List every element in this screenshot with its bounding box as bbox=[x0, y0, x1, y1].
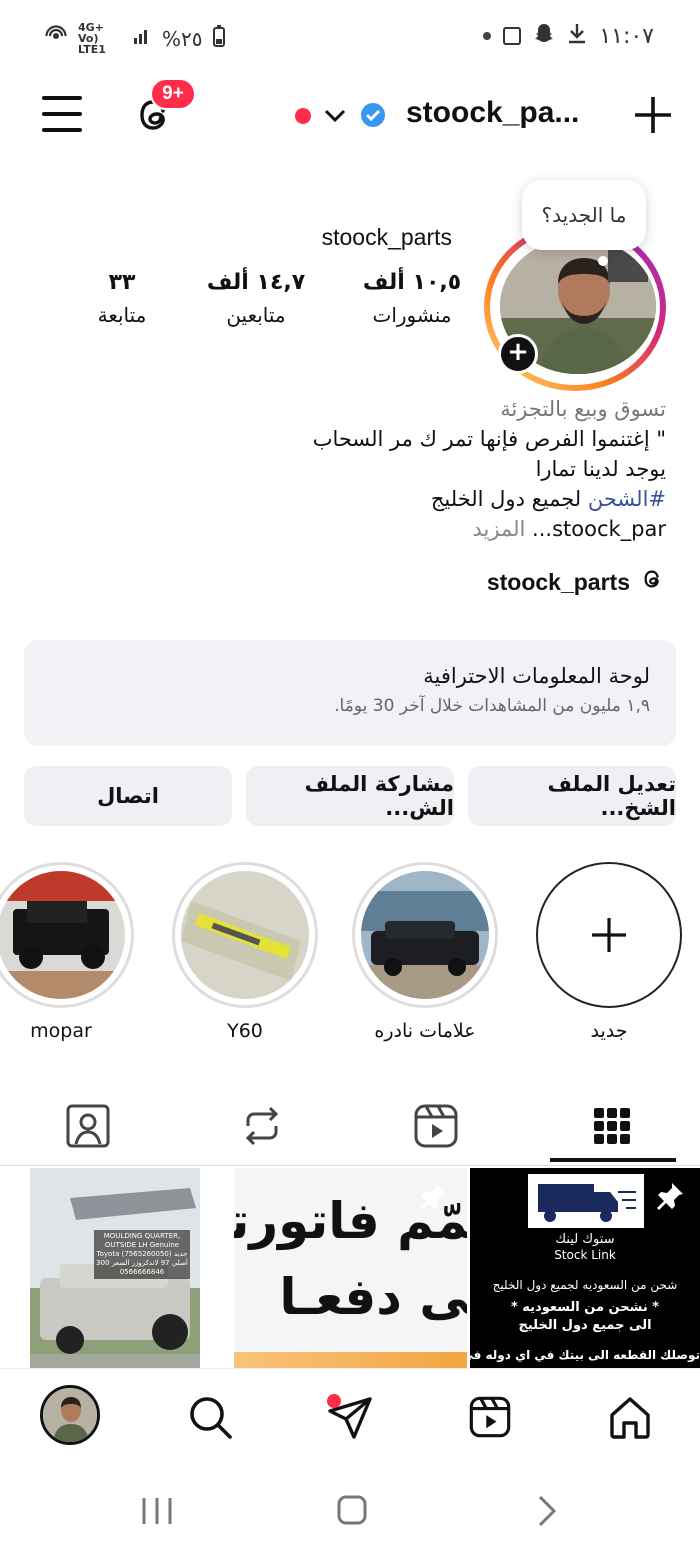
active-tab-indicator bbox=[550, 1158, 676, 1162]
note-bubble-tail bbox=[598, 256, 608, 266]
hotspot-icon bbox=[44, 24, 68, 53]
notification-badge[interactable]: 9+ bbox=[150, 78, 196, 110]
nav-search-icon[interactable] bbox=[182, 1389, 238, 1445]
nav-profile-avatar[interactable] bbox=[40, 1385, 100, 1445]
stat-following[interactable]: ٣٣ متابعة bbox=[62, 270, 182, 327]
verified-badge-icon bbox=[360, 102, 386, 128]
recents-button[interactable] bbox=[140, 1496, 174, 1530]
bio-line: #الشحن لجميع دول الخليج bbox=[26, 484, 666, 514]
signal-icon bbox=[132, 26, 152, 51]
tab-reels[interactable] bbox=[406, 1096, 466, 1156]
highlight-item[interactable]: mopar bbox=[0, 862, 134, 1042]
grid-post[interactable]: ستوك لينك Stock Link شحن من السعوديه لجم… bbox=[470, 1168, 700, 1368]
dashboard-subtitle: ١,٩ مليون من المشاهدات خلال آخر 30 يومًا… bbox=[334, 696, 650, 716]
nav-reels-icon[interactable] bbox=[462, 1389, 518, 1445]
bio-line: " إغتنموا الفرص فإنها تمر ك مر السحاب bbox=[312, 427, 666, 451]
profile-header: 9+ stoock_pa... bbox=[0, 72, 700, 162]
profile-tabs bbox=[0, 1086, 700, 1166]
highlight-new[interactable]: جديد bbox=[536, 862, 682, 1042]
contact-button[interactable]: اتصال bbox=[24, 766, 232, 826]
post-text-large: ـمّم فاتورتـ bbox=[234, 1192, 467, 1250]
battery-icon bbox=[212, 25, 225, 52]
post-text: توصلك القطعه الى بيتك في اي دوله في bbox=[470, 1348, 700, 1362]
stat-following-value: ٣٣ bbox=[108, 270, 136, 295]
create-icon[interactable] bbox=[632, 94, 674, 136]
highlight-circle bbox=[172, 862, 318, 1008]
back-button[interactable] bbox=[536, 1494, 558, 1532]
bio-more-link[interactable]: المزيد bbox=[473, 517, 526, 541]
stat-followers[interactable]: ١٤,٧ ألف متابعين bbox=[196, 270, 316, 327]
post-caption: MOULDING QUARTER, OUTSIDE LH Genuine Toy… bbox=[94, 1230, 190, 1279]
status-bar: ١١:٠٧ 4G+ Vo) LTE1 %٢٥ bbox=[0, 0, 700, 72]
post-brand-ar: ستوك لينك bbox=[555, 1232, 615, 1247]
dot-icon bbox=[483, 32, 492, 40]
bio-line: يوجد لدينا تمارا bbox=[535, 457, 666, 481]
status-right: ١١:٠٧ bbox=[483, 22, 654, 50]
tab-tagged[interactable] bbox=[58, 1096, 118, 1156]
profile-bio: تسوق وبيع بالتجزئة " إغتنموا الفرص فإنها… bbox=[26, 394, 666, 544]
stat-followers-value: ١٤,٧ ألف bbox=[206, 270, 306, 295]
menu-icon[interactable] bbox=[42, 96, 82, 132]
battery-percent: %٢٥ bbox=[162, 26, 203, 51]
truck-graphic bbox=[528, 1174, 644, 1228]
grid-post[interactable]: ـمّم فاتورتـ ـى دفعـا bbox=[234, 1168, 467, 1368]
display-name: stoock_parts bbox=[321, 224, 452, 250]
download-icon bbox=[567, 22, 587, 50]
nav-messages-icon[interactable] bbox=[322, 1389, 378, 1445]
grid-post[interactable]: MOULDING QUARTER, OUTSIDE LH Genuine Toy… bbox=[30, 1168, 200, 1368]
note-bubble[interactable]: ما الجديد؟ bbox=[522, 180, 646, 250]
post-text: شحن من السعوديه لجميع دول الخليج bbox=[492, 1278, 678, 1292]
highlight-thumbnail bbox=[181, 871, 309, 999]
highlight-circle bbox=[0, 862, 134, 1008]
highlight-label: mopar bbox=[30, 1020, 92, 1042]
highlight-item[interactable]: Y60 bbox=[172, 862, 318, 1042]
tab-reposts[interactable] bbox=[232, 1096, 292, 1156]
add-story-button[interactable]: + bbox=[498, 334, 538, 374]
threads-icon bbox=[640, 566, 666, 598]
highlight-item[interactable]: علامات نادره bbox=[352, 862, 498, 1042]
dashboard-title: لوحة المعلومات الاحترافية bbox=[423, 664, 650, 688]
pin-icon bbox=[654, 1180, 686, 1216]
status-left: 4G+ Vo) LTE1 %٢٥ bbox=[44, 22, 225, 55]
bio-line-text: لجميع دول الخليج bbox=[430, 487, 588, 511]
stat-followers-label: متابعين bbox=[226, 303, 286, 327]
bio-hashtag-link[interactable]: #الشحن bbox=[588, 487, 666, 511]
stat-posts-label: منشورات bbox=[372, 303, 452, 327]
tab-grid[interactable] bbox=[582, 1096, 642, 1156]
bottom-navigation bbox=[0, 1368, 700, 1464]
post-text: الى جميع دول الخليج bbox=[518, 1318, 652, 1333]
snapchat-icon bbox=[533, 22, 555, 50]
network-label: 4G+ Vo) LTE1 bbox=[78, 21, 106, 56]
edit-profile-button[interactable]: تعديل الملف الشخ... bbox=[468, 766, 676, 826]
share-profile-button[interactable]: مشاركة الملف الش... bbox=[246, 766, 454, 826]
nav-home-icon[interactable] bbox=[602, 1389, 658, 1445]
home-button[interactable] bbox=[336, 1494, 368, 1530]
stat-posts[interactable]: ١٠,٥ ألف منشورات bbox=[352, 270, 472, 327]
post-text-large: ـى دفعـا bbox=[279, 1268, 467, 1326]
highlight-label: علامات نادره bbox=[374, 1020, 476, 1042]
threads-handle: stoock_parts bbox=[486, 568, 630, 595]
chevron-down-icon[interactable] bbox=[322, 102, 348, 128]
bio-handle: stoock_par... bbox=[532, 517, 666, 541]
status-dot bbox=[295, 108, 311, 124]
orange-stripe bbox=[234, 1352, 467, 1368]
highlight-thumbnail bbox=[361, 871, 489, 999]
status-time: ١١:٠٧ bbox=[599, 23, 654, 49]
post-text: * نشحن من السعوديه * bbox=[510, 1300, 660, 1315]
professional-dashboard[interactable]: لوحة المعلومات الاحترافية ١,٩ مليون من ا… bbox=[24, 640, 676, 746]
checkbox-notification-icon bbox=[503, 27, 522, 45]
highlight-circle bbox=[352, 862, 498, 1008]
threads-profile-link[interactable]: stoock_parts bbox=[487, 566, 666, 598]
highlight-label: جديد bbox=[590, 1020, 628, 1042]
highlight-label: Y60 bbox=[227, 1020, 263, 1042]
bio-line: stoock_par... المزيد bbox=[26, 514, 666, 544]
stat-following-label: متابعة bbox=[97, 303, 147, 327]
highlight-thumbnail bbox=[0, 871, 125, 999]
system-navigation-bar bbox=[0, 1464, 700, 1556]
bio-category: تسوق وبيع بالتجزئة bbox=[500, 397, 666, 421]
header-username[interactable]: stoock_pa... bbox=[406, 96, 579, 130]
stat-posts-value: ١٠,٥ ألف bbox=[362, 270, 462, 295]
post-brand-en: Stock Link bbox=[554, 1248, 616, 1262]
new-highlight-circle[interactable] bbox=[536, 862, 682, 1008]
